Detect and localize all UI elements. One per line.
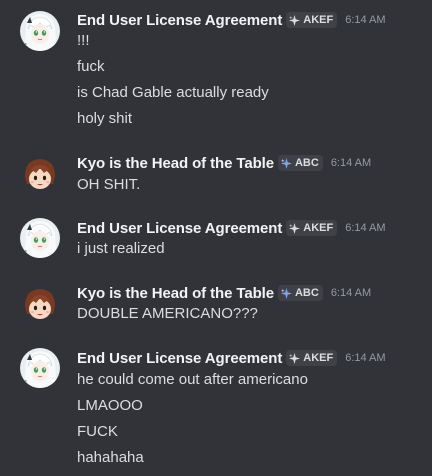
server-tag-label: AKEF bbox=[303, 352, 334, 364]
username[interactable]: Kyo is the Head of the Table bbox=[77, 285, 274, 302]
message-text: holy shit bbox=[77, 110, 133, 127]
server-tag-label: AKEF bbox=[303, 14, 334, 26]
sparkle-icon bbox=[280, 157, 292, 169]
username[interactable]: End User License Agreement bbox=[77, 350, 282, 367]
chat-messages: End User License Agreement AKEF 6:14 AM … bbox=[0, 0, 432, 476]
message-text: i just realized bbox=[77, 240, 165, 257]
server-tag[interactable]: AKEF bbox=[286, 220, 338, 236]
message-text: hahahaha bbox=[77, 449, 144, 466]
brown-hair-character-avatar-icon[interactable] bbox=[20, 284, 60, 324]
timestamp[interactable]: 6:14 AM bbox=[345, 352, 385, 364]
message-header: Kyo is the Head of the Table ABC 6:14 AM bbox=[77, 283, 371, 303]
message-header: End User License Agreement AKEF 6:14 AM bbox=[77, 10, 386, 30]
sparkle-icon bbox=[289, 352, 301, 364]
timestamp[interactable]: 6:14 AM bbox=[345, 222, 385, 234]
message-header: End User License Agreement AKEF 6:14 AM bbox=[77, 348, 386, 368]
sparkle-icon bbox=[280, 287, 292, 299]
server-tag[interactable]: AKEF bbox=[286, 12, 338, 28]
anime-girl-avatar-icon[interactable] bbox=[20, 348, 60, 388]
message-text: he could come out after americano bbox=[77, 371, 308, 388]
message-text: is Chad Gable actually ready bbox=[77, 84, 269, 101]
message-text: fuck bbox=[77, 58, 105, 75]
message-header: Kyo is the Head of the Table ABC 6:14 AM bbox=[77, 153, 371, 173]
timestamp[interactable]: 6:14 AM bbox=[331, 157, 371, 169]
brown-hair-character-avatar-icon[interactable] bbox=[20, 154, 60, 194]
username[interactable]: End User License Agreement bbox=[77, 12, 282, 29]
message-text: OH SHIT. bbox=[77, 176, 141, 193]
server-tag[interactable]: ABC bbox=[277, 285, 323, 301]
server-tag[interactable]: AKEF bbox=[286, 350, 338, 366]
message-text: LMAOOO bbox=[77, 397, 143, 414]
anime-girl-avatar-icon[interactable] bbox=[20, 218, 60, 258]
username[interactable]: End User License Agreement bbox=[77, 220, 282, 237]
server-tag-label: ABC bbox=[294, 287, 319, 299]
sparkle-icon bbox=[289, 222, 301, 234]
server-tag-label: ABC bbox=[294, 157, 319, 169]
server-tag-label: AKEF bbox=[303, 222, 334, 234]
anime-girl-avatar-icon[interactable] bbox=[20, 11, 60, 51]
message-text: DOUBLE AMERICANO??? bbox=[77, 305, 258, 322]
timestamp[interactable]: 6:14 AM bbox=[331, 287, 371, 299]
message-text: FUCK bbox=[77, 423, 118, 440]
message-header: End User License Agreement AKEF 6:14 AM bbox=[77, 218, 386, 238]
username[interactable]: Kyo is the Head of the Table bbox=[77, 155, 274, 172]
message-text: !!! bbox=[77, 32, 90, 49]
sparkle-icon bbox=[289, 14, 301, 26]
server-tag[interactable]: ABC bbox=[277, 155, 323, 171]
timestamp[interactable]: 6:14 AM bbox=[345, 14, 385, 26]
